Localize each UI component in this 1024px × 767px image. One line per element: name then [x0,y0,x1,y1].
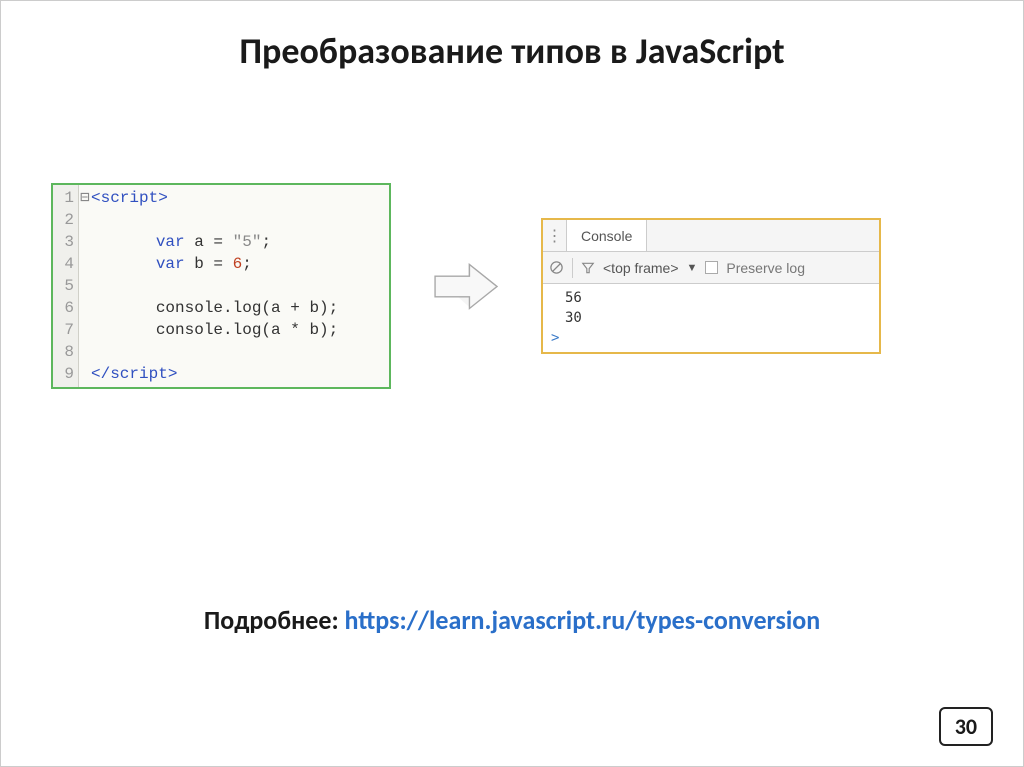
slide-title: Преобразование типов в JavaScript [1,29,1023,73]
code-token: b = [185,255,233,273]
content-row: 1 2 3 4 5 6 7 8 9 ⊟<script> var a = "5";… [1,183,1023,389]
code-line: console.log(a * b); [156,321,338,339]
drag-handle-icon: ⋮ [543,220,567,251]
console-output: 56 30 > [543,284,879,352]
console-prompt: > [551,328,879,348]
line-number: 5 [53,275,74,297]
code-line: console.log(a + b); [156,299,338,317]
line-number: 3 [53,231,74,253]
line-number: 9 [53,363,74,385]
code-token: ; [242,255,252,273]
devtools-console-screenshot: ⋮ Console <top frame> ▼ Preserve log 56 … [541,218,881,354]
console-tab-bar: ⋮ Console [543,220,879,252]
code-token-keyword: var [156,233,185,251]
console-line: 56 [565,288,879,308]
code-token-keyword: var [156,255,185,273]
console-toolbar: <top frame> ▼ Preserve log [543,252,879,284]
footer-label: Подробнее: [204,604,345,636]
line-number: 1 [53,187,74,209]
code-editor-screenshot: 1 2 3 4 5 6 7 8 9 ⊟<script> var a = "5";… [51,183,391,389]
clear-console-icon [549,260,564,275]
code-token: ; [261,233,271,251]
console-line: 30 [565,308,879,328]
toolbar-divider [572,258,573,278]
code-token: a = [185,233,233,251]
code-gutter: 1 2 3 4 5 6 7 8 9 [53,185,79,387]
line-number: 8 [53,341,74,363]
code-content: ⊟<script> var a = "5"; var b = 6; consol… [79,185,389,387]
footer-reference: Подробнее: https://learn.javascript.ru/t… [1,604,1023,636]
code-token-number: 6 [233,255,243,273]
line-number: 2 [53,209,74,231]
frame-selector: <top frame> [603,260,679,276]
fold-end-icon [79,363,91,385]
arrow-right-icon [431,259,501,314]
tab-console: Console [567,220,647,251]
preserve-log-label: Preserve log [726,260,805,276]
dropdown-triangle-icon: ▼ [687,262,698,274]
code-token-tag: <script> [91,189,168,207]
line-number: 6 [53,297,74,319]
line-number: 4 [53,253,74,275]
code-token-string: "5" [233,233,262,251]
code-token-tag: </script> [91,365,177,383]
reference-link[interactable]: https://learn.javascript.ru/types-conver… [345,604,821,636]
line-number: 7 [53,319,74,341]
filter-icon [581,261,595,275]
page-number: 30 [939,707,993,746]
fold-icon: ⊟ [79,187,91,209]
preserve-log-checkbox [705,261,718,274]
